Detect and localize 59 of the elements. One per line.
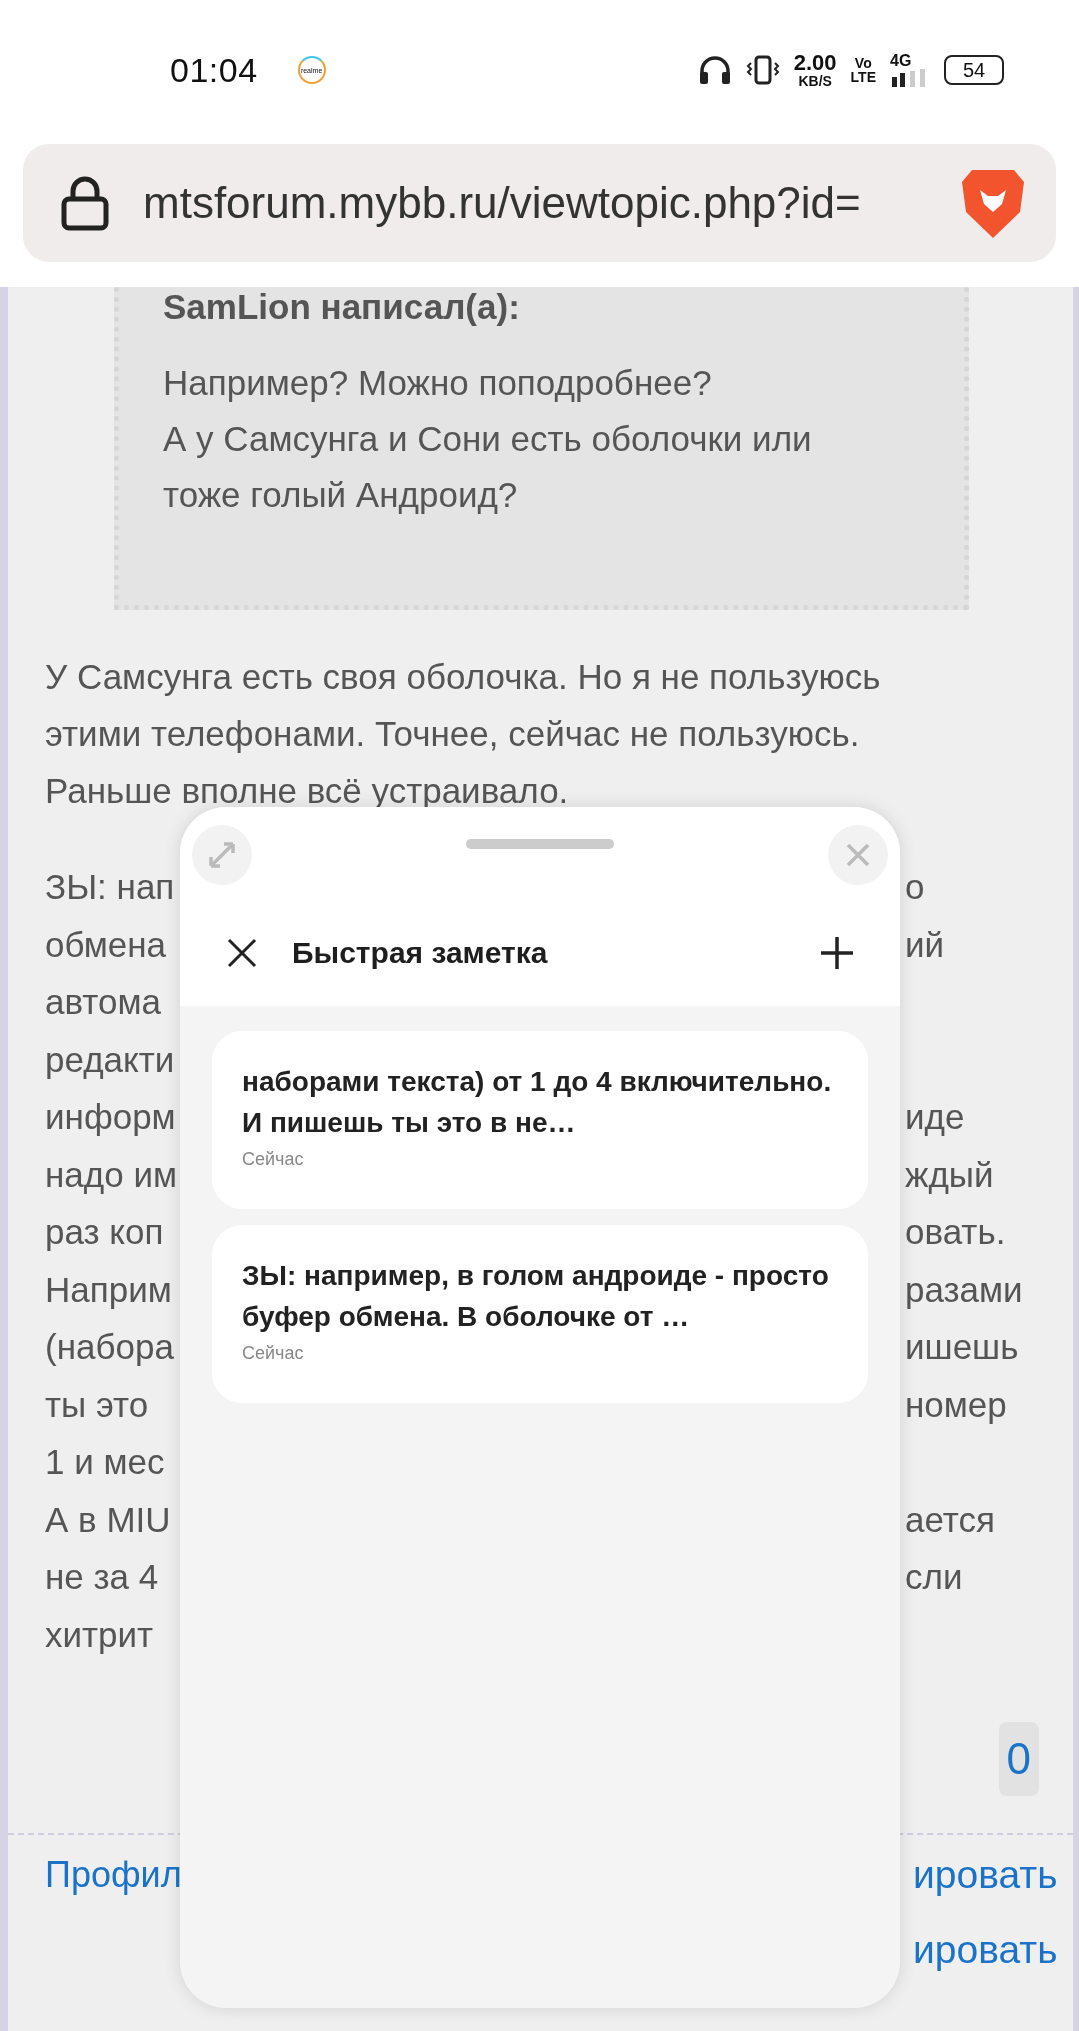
quote-text-line: А у Самсунга и Сони есть оболочки или [163, 418, 812, 460]
expand-icon [207, 840, 237, 870]
network-speed: 2.00 [793, 52, 837, 74]
speed-unit: KB/S [798, 74, 832, 88]
post-text-fragment: информ [45, 1096, 176, 1138]
post-text-fragment: ЗЫ: нап [45, 866, 175, 908]
url-text: mtsforum.mybb.ru/viewtopic.php?id= [143, 178, 862, 228]
note-time: Сейчас [242, 1149, 304, 1170]
post-text-fragment: номер [905, 1383, 1007, 1426]
add-icon[interactable] [820, 936, 854, 970]
close-icon[interactable] [226, 937, 258, 969]
panel-title: Быстрая заметка [292, 936, 549, 970]
post-text-fragment: ждый [905, 1153, 994, 1196]
post-text-line: У Самсунга есть своя оболочка. Но я не пользуюсь [45, 656, 881, 698]
note-card[interactable]: ЗЫ: например, в голом андроиде - просто буфер обмена. В оболочке от … Сейчас [212, 1225, 868, 1403]
post-text-fragment: овать. [905, 1211, 1006, 1253]
note-text: ЗЫ: например, в голом андроиде - просто буфер обмена. В оболочке от … [242, 1259, 830, 1334]
post-text-fragment: о [905, 866, 925, 908]
quote-text-line: тоже голый Андроид? [163, 474, 518, 516]
post-text-fragment: ий [905, 923, 945, 966]
post-text-fragment: ается [905, 1498, 995, 1541]
post-text-fragment: Наприм [45, 1268, 172, 1311]
note-time: Сейчас [242, 1343, 304, 1364]
note-card[interactable]: наборами текста) от 1 до 4 включительно. И пишешь ты это в не… Сейчас [212, 1031, 868, 1209]
post-text-fragment: надо им [45, 1153, 178, 1196]
post-text-fragment: сли [905, 1556, 963, 1598]
action-link[interactable]: ировать [913, 1917, 1058, 1983]
address-bar[interactable]: mtsforum.mybb.ru/viewtopic.php?id= [23, 144, 1056, 262]
post-text-fragment: (набора [45, 1326, 174, 1368]
post-text-fragment: автома [45, 981, 161, 1023]
network-type: 4G [890, 53, 912, 69]
post-text-fragment: не за 4 [45, 1556, 159, 1598]
volte-sub-label: LTE [850, 70, 876, 84]
action-link[interactable]: ировать [913, 1842, 1058, 1908]
like-counter[interactable]: 0 [998, 1722, 1039, 1796]
headphones-icon [697, 55, 732, 85]
close-icon [845, 842, 871, 868]
quote-text-line: Например? Можно поподробнее? [163, 362, 712, 404]
post-text-fragment: иде [905, 1096, 965, 1138]
volte-label: Vo [854, 56, 872, 70]
post-text-fragment: обмена [45, 923, 167, 966]
post-text-fragment: 1 и мес [45, 1441, 165, 1483]
post-text-fragment: А в MIU [45, 1498, 171, 1541]
post-text-fragment: ишешь [905, 1326, 1019, 1368]
quote-author: SamLion написал(а): [163, 287, 520, 327]
post-text-fragment: редакти [45, 1038, 175, 1081]
drag-handle[interactable] [466, 839, 614, 849]
post-text-fragment: раз коп [45, 1211, 164, 1253]
note-text: наборами текста) от 1 до 4 включительно. И пишешь ты это в не… [242, 1065, 833, 1140]
battery-level: 54 [944, 55, 1004, 85]
profile-link[interactable]: Профил [45, 1842, 182, 1908]
clock-time: 01:04 [170, 50, 258, 90]
post-text-fragment: хитрит [45, 1613, 154, 1656]
lock-icon [61, 175, 109, 231]
post-text-fragment: ты это [45, 1383, 149, 1426]
vibrate-icon [745, 55, 780, 85]
post-text-line: Раньше вполне всё устраивало. [45, 770, 569, 812]
post-text-line: этими телефонами. Точнее, сейчас не пользуюсь. [45, 713, 860, 755]
post-text-fragment: разами [905, 1268, 1023, 1311]
